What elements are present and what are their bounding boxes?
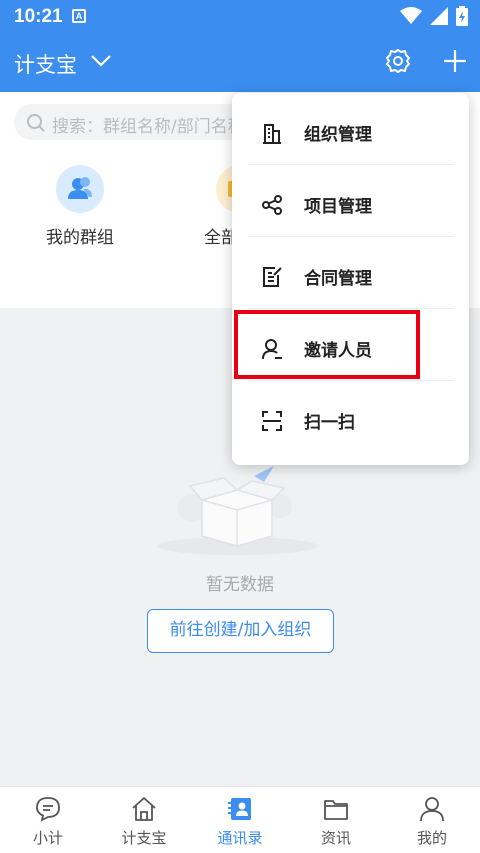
nav-item-contacts[interactable]: 通讯录 [192, 787, 288, 853]
menu-divider [248, 308, 454, 309]
menu-item-label: 项目管理 [304, 197, 372, 217]
contract-icon [263, 267, 282, 287]
nav-item-mine[interactable]: 我的 [384, 787, 480, 853]
menu-item-project-management[interactable]: 项目管理 [248, 170, 454, 241]
contacts-icon [228, 798, 251, 820]
news-icon [324, 800, 348, 820]
chat-icon [36, 797, 60, 822]
share-nodes-icon [262, 195, 282, 215]
menu-item-label: 组织管理 [304, 125, 372, 145]
nav-label: 资讯 [320, 829, 351, 847]
building-icon [263, 124, 281, 144]
create-join-org-button[interactable]: 前往创建/加入组织 [147, 609, 334, 653]
battery-icon [456, 6, 468, 26]
signal-icon [430, 7, 448, 25]
menu-item-label: 扫一扫 [304, 413, 355, 433]
status-icons [400, 6, 468, 26]
nav-label: 通讯录 [217, 829, 263, 847]
group-icon [56, 165, 104, 213]
menu-item-contract-management[interactable]: 合同管理 [248, 242, 454, 313]
search-placeholder: 搜索：群组名称/部门名称 [52, 117, 245, 137]
profile-icon [420, 797, 444, 822]
scan-icon [262, 411, 282, 431]
menu-item-org-management[interactable]: 组织管理 [248, 98, 454, 169]
menu-divider [248, 164, 454, 165]
notification-badge: A [72, 9, 86, 23]
chevron-down-icon[interactable] [90, 49, 112, 71]
search-icon [27, 114, 45, 132]
nav-item-news[interactable]: 资讯 [288, 787, 384, 853]
quick-action-label: 我的群组 [46, 228, 114, 248]
menu-item-label: 合同管理 [304, 269, 372, 289]
nav-label: 小计 [32, 829, 63, 847]
nav-label: 我的 [416, 829, 447, 847]
gear-icon[interactable] [384, 47, 412, 75]
app-header: 计支宝 [0, 33, 480, 92]
dropdown-menu: 组织管理 项目管理 合同管理 邀请人员 扫一扫 [232, 93, 469, 465]
quick-action-my-groups[interactable]: 我的群组 [40, 165, 120, 248]
status-bar: 10:21 A [0, 0, 480, 33]
home-icon [132, 797, 156, 821]
nav-item-jizhibao[interactable]: 计支宝 [96, 787, 192, 853]
nav-label: 计支宝 [121, 829, 167, 847]
plus-icon[interactable] [441, 47, 469, 75]
highlight-box [234, 310, 420, 379]
status-time: 10:21 [14, 6, 63, 27]
bottom-nav: 小计 计支宝 通讯录 资讯 我的 [0, 786, 480, 853]
nav-item-xiaoji[interactable]: 小计 [0, 787, 96, 853]
menu-divider [248, 236, 454, 237]
header-title[interactable]: 计支宝 [14, 49, 77, 79]
menu-divider [248, 380, 454, 381]
empty-state-message: 暂无数据 [206, 575, 274, 595]
wifi-icon [400, 7, 422, 24]
menu-item-scan[interactable]: 扫一扫 [248, 386, 454, 457]
